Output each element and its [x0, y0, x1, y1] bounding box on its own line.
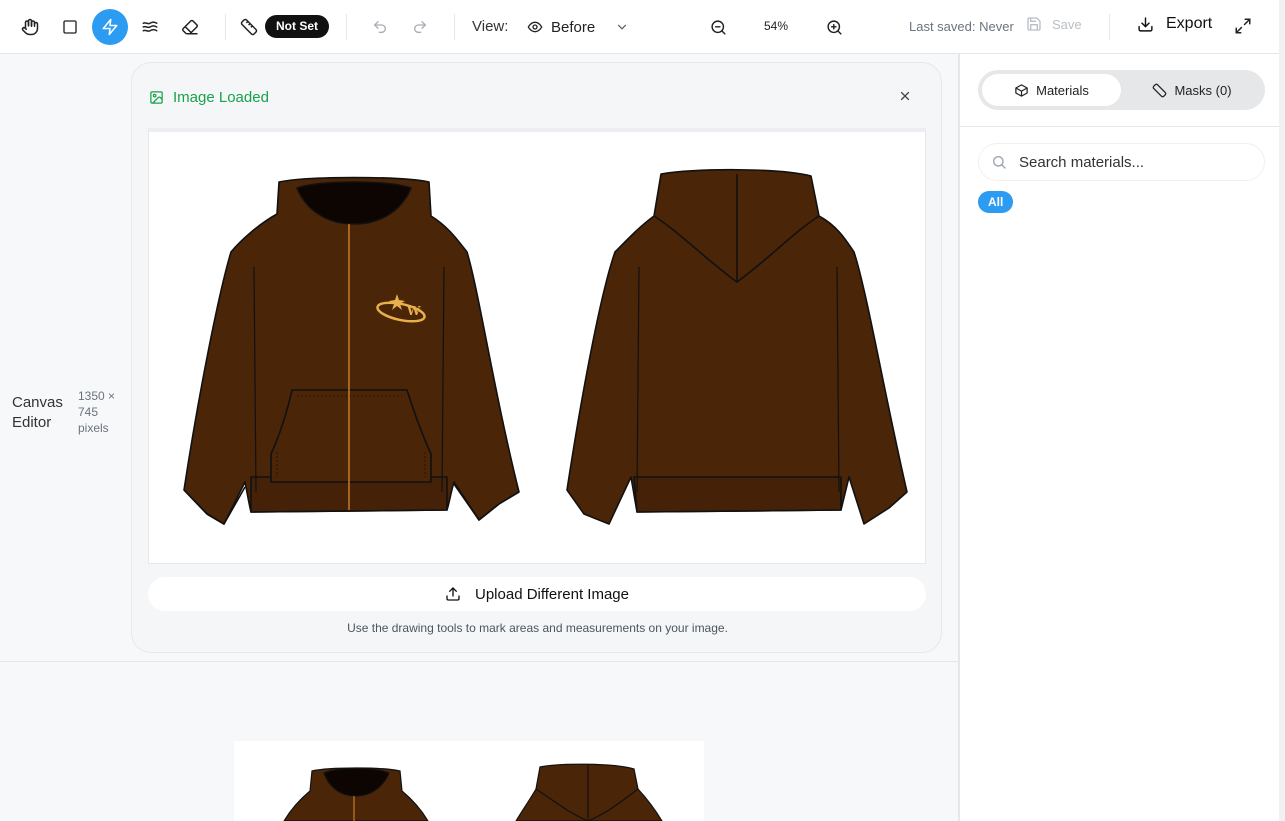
view-label: View: — [472, 18, 509, 35]
section-divider — [0, 661, 958, 662]
material-search — [978, 143, 1265, 181]
canvas-dims-line: 745 — [78, 405, 99, 419]
eraser-tool-button[interactable] — [172, 9, 208, 45]
waves-icon — [142, 21, 158, 32]
redo-icon — [414, 21, 427, 33]
view-select-value: Before — [551, 18, 596, 36]
measurement-badge[interactable]: Not Set — [265, 15, 329, 38]
tab-materials[interactable]: Materials — [982, 74, 1121, 106]
fullscreen-button[interactable] — [1234, 17, 1252, 40]
box-icon — [1015, 83, 1028, 97]
save-icon — [1027, 17, 1041, 31]
ruler-icon — [240, 18, 258, 36]
image-icon — [150, 91, 163, 104]
image-status-label: Image Loaded — [173, 89, 269, 106]
hoodie-image: W — [183, 168, 908, 525]
zoom-in-icon — [826, 19, 842, 35]
tab-label: Materials — [1036, 82, 1089, 98]
tab-masks[interactable]: Masks (0) — [1123, 74, 1261, 106]
zoom-out-icon — [710, 19, 726, 35]
image-card: Image Loaded W Upload Different Image Us… — [131, 62, 942, 653]
tag-icon — [1153, 83, 1167, 97]
upload-label: Upload Different Image — [475, 585, 629, 603]
hoodie-front — [183, 176, 520, 525]
preview-image — [234, 741, 704, 821]
hand-icon — [21, 18, 39, 36]
zoom-out-button[interactable] — [700, 9, 736, 45]
lightning-tool-button[interactable] — [92, 9, 128, 45]
drawing-hint: Use the drawing tools to mark areas and … — [347, 621, 728, 635]
divider — [960, 126, 1285, 127]
canvas-title: Canvas Editor — [12, 393, 63, 433]
canvas-title-line: Canvas — [12, 394, 63, 411]
export-label: Export — [1166, 15, 1213, 32]
canvas-dims-line: pixels — [78, 421, 109, 435]
divider — [454, 14, 455, 40]
tab-label: Masks (0) — [1174, 82, 1232, 98]
close-icon — [900, 91, 910, 101]
last-saved-status: Last saved: Never — [909, 19, 1014, 34]
divider — [1109, 14, 1110, 40]
lightning-icon — [102, 18, 118, 36]
expand-icon — [1235, 18, 1251, 34]
eye-icon — [527, 21, 543, 33]
upload-icon — [446, 587, 460, 601]
scrollbar[interactable] — [1279, 0, 1285, 821]
waves-tool-button[interactable] — [132, 9, 168, 45]
panel-tabs: Materials Masks (0) — [978, 70, 1265, 110]
svg-text:W: W — [406, 304, 421, 318]
filter-chip-all[interactable]: All — [978, 191, 1014, 213]
hand-tool-button[interactable] — [12, 9, 48, 45]
zoom-level: 54% — [763, 19, 789, 33]
image-status: Image Loaded — [149, 89, 269, 106]
close-button[interactable] — [898, 89, 912, 108]
toolbar: Not Set View: Before 54% Last saved: Nev… — [0, 0, 1285, 54]
chevron-down-icon — [617, 24, 627, 30]
rectangle-icon — [63, 20, 77, 34]
undo-icon — [373, 21, 386, 33]
uploaded-image[interactable]: W — [148, 128, 926, 564]
canvas-title-line: Editor — [12, 414, 52, 431]
materials-panel: Materials Masks (0) All — [958, 54, 1285, 821]
measure-tool-button[interactable] — [231, 9, 267, 45]
zoom-in-button[interactable] — [816, 9, 852, 45]
divider — [225, 14, 226, 40]
upload-different-image-button[interactable]: Upload Different Image — [148, 577, 926, 611]
canvas-dims-line: 1350 × — [78, 389, 116, 403]
save-label: Save — [1052, 16, 1082, 32]
canvas-dimensions: 1350 × 745 pixels — [78, 388, 122, 436]
eraser-icon — [182, 19, 198, 35]
search-input[interactable] — [1019, 153, 1249, 171]
view-select[interactable]: Before — [517, 12, 641, 42]
divider — [346, 14, 347, 40]
download-icon — [1138, 16, 1153, 32]
search-icon — [993, 156, 1006, 169]
hoodie-back — [566, 168, 908, 525]
redo-button[interactable] — [402, 9, 438, 45]
preview-hoodie-image — [283, 763, 663, 821]
undo-button[interactable] — [362, 9, 398, 45]
export-button[interactable]: Export — [1137, 15, 1212, 33]
save-button[interactable]: Save — [1026, 16, 1082, 32]
rectangle-tool-button[interactable] — [52, 9, 88, 45]
